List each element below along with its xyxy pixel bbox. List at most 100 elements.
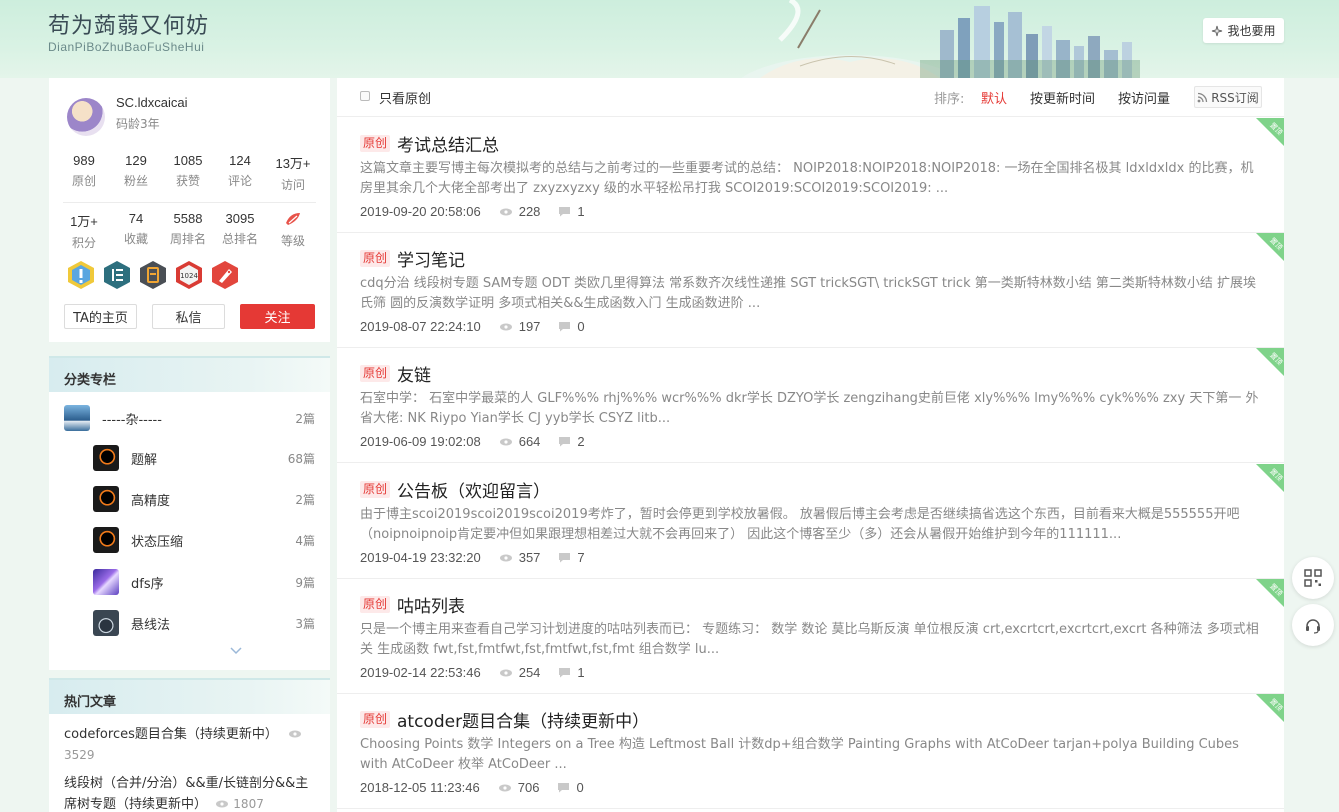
list-badge-icon[interactable] (102, 260, 132, 290)
qr-code-icon (1304, 569, 1322, 587)
qr-code-button[interactable] (1292, 557, 1334, 599)
avatar[interactable] (67, 98, 105, 136)
stat-fans[interactable]: 129 粉丝 (108, 153, 164, 189)
stat-value: 129 (125, 153, 147, 168)
category-count: 4篇 (295, 533, 315, 548)
article-title[interactable]: 咕咕列表 (397, 592, 465, 617)
article-summary[interactable]: Choosing Points 数学 Integers on a Tree 构造… (360, 735, 1262, 775)
stat-weekly-rank[interactable]: 5588 周排名 (160, 211, 216, 247)
category-thumbnail (64, 405, 90, 431)
article-comments: 7 (577, 550, 585, 565)
hot-article-item[interactable]: 线段树（合并/分治）&&重/长链剖分&&主席树专题（持续更新中） 1807 (64, 774, 319, 812)
article-title[interactable]: 学习笔记 (397, 246, 465, 271)
article-item[interactable]: 原创 考试总结汇总 这篇文章主要写博主每次模拟考的总结与之前考过的一些重要考试的… (337, 118, 1284, 233)
stat-original[interactable]: 989 原创 (56, 153, 112, 189)
category-thumbnail (93, 527, 119, 553)
rss-subscribe-button[interactable]: RSS订阅 (1194, 86, 1262, 108)
original-tag: 原创 (360, 481, 391, 498)
category-item-bitmask[interactable]: 状态压缩 4篇 (49, 520, 330, 560)
stat-visits[interactable]: 13万+ 访问 (265, 153, 321, 193)
article-item[interactable]: 原创 咕咕列表 只是一个博主用来查看自己学习计划进度的咕咕列表而已： 专题练习：… (337, 579, 1284, 694)
article-summary[interactable]: 由于博主scoi2019scoi2019scoi2019考炸了，暂时会停更到学校… (360, 505, 1262, 545)
sort-views-option[interactable]: 按访问量 (1118, 88, 1170, 107)
hot-article-title[interactable]: 线段树（合并/分治）&&重/长链剖分&&主席树专题（持续更新中） (64, 776, 308, 812)
stat-value: 1085 (173, 153, 203, 168)
article-date: 2019-04-19 23:32:20 (360, 550, 481, 565)
user-home-button[interactable]: TA的主页 (64, 304, 137, 329)
hot-article-item[interactable]: codeforces题目合集（持续更新中） 3529 (64, 725, 319, 765)
level-icon (265, 211, 321, 228)
article-item[interactable]: 原创 友链 石室中学： 石室中学最菜的人 GLF%%% rhj%%% wcr%%… (337, 348, 1284, 463)
article-item[interactable]: 原创 公告板（欢迎留言） 由于博主scoi2019scoi2019scoi201… (337, 464, 1284, 579)
eye-icon (499, 553, 513, 563)
article-date: 2019-09-20 20:58:06 (360, 204, 481, 219)
user-name[interactable]: SC.ldxcaicai (116, 95, 188, 110)
follow-button[interactable]: 关注 (240, 304, 315, 329)
pinned-ribbon: 置顶 (1256, 233, 1284, 261)
stat-value: 13万+ (275, 156, 311, 171)
stat-points[interactable]: 1万+ 积分 (56, 211, 112, 251)
blog-title[interactable]: 苟为蒟蒻又何妨 (48, 8, 209, 40)
only-original-checkbox[interactable] (360, 91, 370, 101)
stat-label: 获赞 (175, 174, 200, 188)
article-views: 706 (517, 780, 540, 795)
article-title[interactable]: 公告板（欢迎留言） (397, 477, 550, 502)
persistence-badge-icon[interactable] (138, 260, 168, 290)
eye-icon (499, 668, 513, 678)
category-name: -----杂----- (102, 412, 162, 428)
comment-icon (558, 552, 571, 563)
stat-likes[interactable]: 1085 获赞 (160, 153, 216, 189)
article-summary[interactable]: 这篇文章主要写博主每次模拟考的总结与之前考过的一些重要考试的总结： NOIP20… (360, 159, 1262, 199)
stat-favorites[interactable]: 74 收藏 (108, 211, 164, 247)
category-name: 高精度 (131, 493, 171, 509)
blog-subtitle: DianPiBoZhuBaoFuSheHui (48, 40, 205, 54)
stat-label: 粉丝 (123, 174, 148, 188)
hot-articles-heading: 热门文章 (49, 678, 330, 714)
article-summary[interactable]: 石室中学： 石室中学最菜的人 GLF%%% rhj%%% wcr%%% dkr学… (360, 389, 1262, 429)
article-title[interactable]: atcoder题目合集（持续更新中） (397, 707, 649, 732)
original-tag: 原创 (360, 596, 391, 613)
article-summary[interactable]: 只是一个博主用来查看自己学习计划进度的咕咕列表而已： 专题练习： 数学 数论 莫… (360, 620, 1262, 660)
exclamation-badge-icon[interactable] (66, 260, 96, 290)
pen-badge-icon[interactable] (210, 260, 240, 290)
article-comments: 0 (577, 319, 585, 334)
want-use-button[interactable]: 我也要用 (1203, 18, 1284, 43)
stat-level[interactable]: 等级 (265, 211, 321, 249)
article-item[interactable]: 原创 学习笔记 cdq分治 线段树专题 SAM专题 ODT 类欧几里得算法 常系… (337, 233, 1284, 348)
article-item[interactable]: 原创 atcoder题目合集（持续更新中） Choosing Points 数学… (337, 694, 1284, 809)
article-meta: 2019-08-07 22:24:10 197 0 (360, 319, 585, 334)
stat-total-rank[interactable]: 3095 总排名 (212, 211, 268, 247)
original-tag: 原创 (360, 365, 391, 382)
hot-article-title[interactable]: codeforces题目合集（持续更新中） (64, 727, 278, 742)
category-item-high-precision[interactable]: 高精度 2篇 (49, 479, 330, 519)
category-panel: 分类专栏 -----杂----- 2篇 题解 68篇 高精度 2篇 状态压缩 4… (49, 356, 330, 670)
category-item-dfs-order[interactable]: dfs序 9篇 (49, 562, 330, 602)
category-name: 题解 (131, 452, 158, 468)
article-title[interactable]: 考试总结汇总 (397, 131, 499, 156)
article-title[interactable]: 友链 (397, 361, 431, 386)
customer-service-button[interactable] (1292, 604, 1334, 646)
category-thumbnail (93, 610, 119, 636)
stat-label: 原创 (71, 174, 96, 188)
category-thumbnail (93, 569, 119, 595)
pinned-ribbon: 置顶 (1256, 579, 1284, 607)
stat-value: 124 (229, 153, 251, 168)
article-summary[interactable]: cdq分治 线段树专题 SAM专题 ODT 类欧几里得算法 常系数齐次线性递推 … (360, 274, 1262, 314)
article-meta: 2019-09-20 20:58:06 228 1 (360, 204, 585, 219)
article-date: 2019-02-14 22:53:46 (360, 665, 481, 680)
article-views: 228 (518, 204, 541, 219)
chevron-down-icon[interactable] (229, 646, 243, 656)
stat-label: 收藏 (123, 232, 148, 246)
sort-update-time-option[interactable]: 按更新时间 (1030, 88, 1095, 107)
category-item-misc[interactable]: -----杂----- 2篇 (49, 398, 330, 438)
only-original-label[interactable]: 只看原创 (379, 88, 431, 107)
want-use-label: 我也要用 (1227, 24, 1276, 38)
category-item-solutions[interactable]: 题解 68篇 (49, 438, 330, 478)
private-message-button[interactable]: 私信 (152, 304, 225, 329)
badge-1024-icon[interactable]: 1024 (174, 260, 204, 290)
stat-label: 访问 (280, 178, 305, 192)
sort-default-option[interactable]: 默认 (981, 88, 1007, 107)
stat-value: 5588 (173, 211, 203, 226)
stat-comments[interactable]: 124 评论 (212, 153, 268, 189)
category-item-hanging-line[interactable]: 悬线法 3篇 (49, 603, 330, 643)
